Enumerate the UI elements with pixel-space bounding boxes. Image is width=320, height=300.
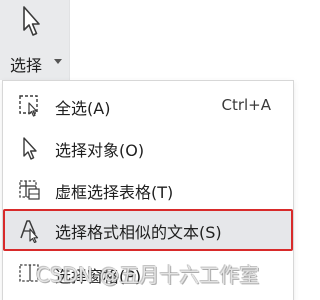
select-ribbon-label: 选择 (10, 56, 43, 75)
cursor-arrow-icon (23, 137, 37, 160)
select-all-dashed-icon (19, 95, 38, 117)
app-window: 选择 全选(A) Ctrl+A 选择对象(O) 虚框选择表格(T) 选择格式相似… (0, 0, 314, 300)
menu-item-label: 选择对象(O) (55, 141, 145, 160)
select-dropdown-menu: 全选(A) Ctrl+A 选择对象(O) 虚框选择表格(T) 选择格式相似的文本… (2, 80, 294, 300)
dashed-table-icon (19, 180, 40, 200)
ribbon-toolbar: 选择 (0, 0, 314, 80)
selection-pane-icon (19, 264, 39, 282)
menu-item-dashed-table-select[interactable]: 虚框选择表格(T) (3, 169, 293, 211)
menu-item-label: 选择格式相似的文本(S) (55, 223, 222, 242)
select-ribbon-button[interactable]: 选择 (0, 0, 70, 80)
menu-item-label: 选择窗格(P) (55, 267, 142, 286)
menu-item-selection-pane[interactable]: 选择窗格(P) (3, 253, 293, 295)
menu-item-select-similar-format-text[interactable]: 选择格式相似的文本(S) (3, 209, 293, 251)
menu-item-label: 虚框选择表格(T) (55, 183, 174, 202)
similar-format-text-icon (20, 220, 39, 243)
menu-item-select-objects[interactable]: 选择对象(O) (3, 127, 293, 169)
menu-item-shortcut: Ctrl+A (221, 96, 271, 114)
menu-item-select-all[interactable]: 全选(A) Ctrl+A (3, 85, 293, 127)
menu-item-label: 全选(A) (55, 99, 111, 118)
caret-down-icon[interactable] (54, 59, 62, 65)
cursor-arrow-icon (23, 6, 40, 36)
